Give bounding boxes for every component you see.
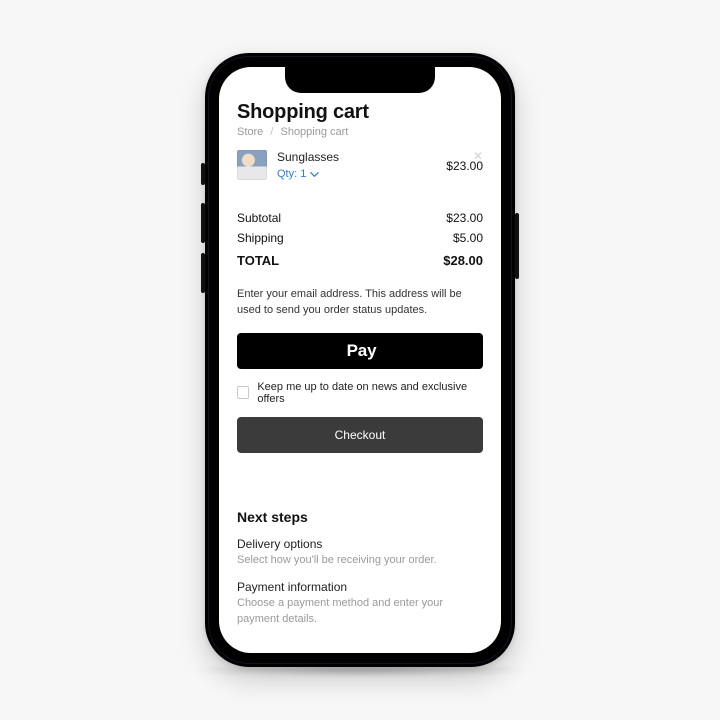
total-label: TOTAL <box>237 253 279 268</box>
apple-pay-button[interactable]: Pay <box>237 333 483 369</box>
apple-pay-label: Pay <box>347 341 377 361</box>
breadcrumb: Store / Shopping cart <box>237 126 483 138</box>
consent-label: Keep me up to date on news and exclusive… <box>257 381 483 405</box>
phone-frame: Shopping cart Store / Shopping cart Sung… <box>205 53 515 667</box>
breadcrumb-store[interactable]: Store <box>237 126 263 138</box>
consent-checkbox[interactable] <box>237 386 249 399</box>
next-steps-heading: Next steps <box>237 509 483 525</box>
chevron-down-icon <box>310 170 319 179</box>
quantity-label: Qty: 1 <box>277 168 306 180</box>
step-title: Delivery options <box>237 537 483 551</box>
breadcrumb-separator: / <box>270 126 273 138</box>
subtotal-value: $23.00 <box>446 211 483 225</box>
page-content: Shopping cart Store / Shopping cart Sung… <box>219 67 501 653</box>
order-summary: Subtotal $23.00 Shipping $5.00 TOTAL $28… <box>237 208 483 271</box>
cart-item-row: Sunglasses Qty: 1 $23.00 ✕ <box>237 150 483 182</box>
quantity-selector[interactable]: Qty: 1 <box>277 168 319 180</box>
newsletter-consent[interactable]: Keep me up to date on news and exclusive… <box>237 381 483 405</box>
remove-item-button[interactable]: ✕ <box>473 150 483 162</box>
close-icon: ✕ <box>473 149 483 163</box>
step-payment: Payment information Choose a payment met… <box>237 580 483 627</box>
phone-notch <box>285 67 435 93</box>
email-note: Enter your email address. This address w… <box>237 287 483 319</box>
product-thumbnail[interactable] <box>237 150 267 180</box>
shipping-value: $5.00 <box>453 231 483 245</box>
phone-screen: Shopping cart Store / Shopping cart Sung… <box>219 67 501 653</box>
volume-down-button[interactable] <box>201 253 205 293</box>
mute-switch[interactable] <box>201 163 205 185</box>
step-title: Payment information <box>237 580 483 594</box>
volume-up-button[interactable] <box>201 203 205 243</box>
product-name: Sunglasses <box>277 150 436 164</box>
subtotal-label: Subtotal <box>237 211 281 225</box>
step-desc: Choose a payment method and enter your p… <box>237 596 483 627</box>
phone-shadow <box>190 663 530 677</box>
next-steps-section: Next steps Delivery options Select how y… <box>237 509 483 627</box>
breadcrumb-current: Shopping cart <box>280 126 348 138</box>
checkout-label: Checkout <box>335 428 386 442</box>
shipping-label: Shipping <box>237 231 284 245</box>
power-button[interactable] <box>515 213 519 279</box>
checkout-button[interactable]: Checkout <box>237 417 483 453</box>
step-delivery: Delivery options Select how you'll be re… <box>237 537 483 568</box>
total-value: $28.00 <box>443 253 483 268</box>
step-desc: Select how you'll be receiving your orde… <box>237 553 483 568</box>
page-title: Shopping cart <box>237 101 483 124</box>
